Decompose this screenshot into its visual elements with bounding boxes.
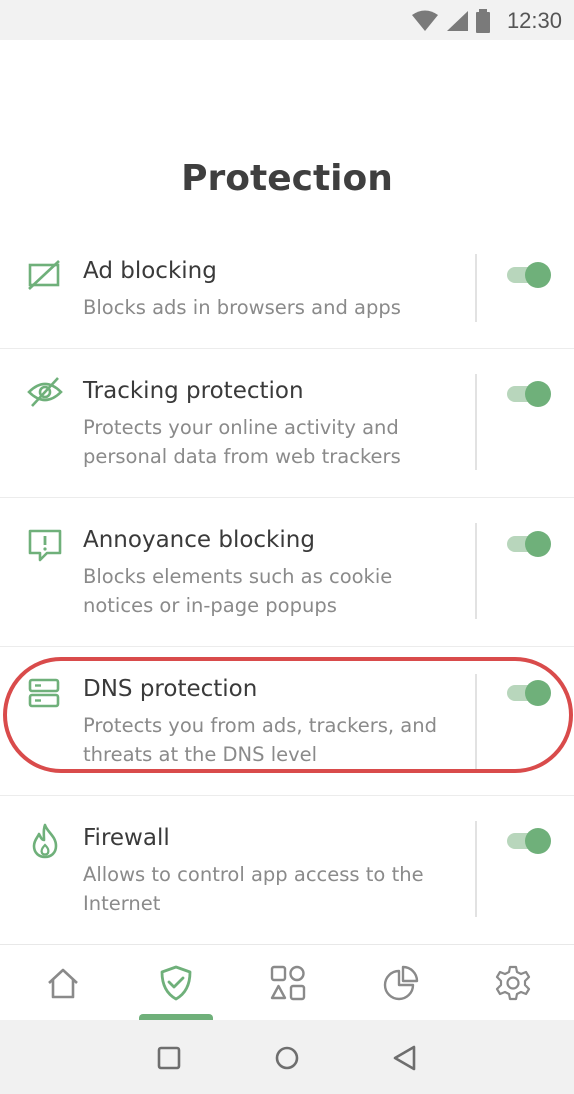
back-triangle-icon[interactable]	[391, 1044, 419, 1072]
dns-protection-highlight	[3, 657, 573, 773]
flame-icon	[32, 823, 58, 859]
home-icon[interactable]	[43, 963, 83, 1003]
item-description: Allows to control app access to the Inte…	[83, 863, 424, 915]
item-title: Firewall	[83, 825, 170, 851]
protection-list: Ad blocking Blocks ads in browsers and a…	[0, 230, 574, 945]
divider	[475, 821, 477, 917]
toggle-knob	[525, 531, 551, 557]
divider	[475, 374, 477, 470]
list-item-annoyance-blocking[interactable]: Annoyance blocking Blocks elements such …	[0, 498, 574, 647]
settings-icon[interactable]	[493, 963, 533, 1003]
bottom-navigation	[0, 944, 574, 1021]
shield-check-icon[interactable]	[156, 963, 196, 1003]
system-navigation-bar	[0, 1020, 574, 1094]
item-title: Ad blocking	[83, 258, 217, 284]
recents-square-icon[interactable]	[155, 1044, 183, 1072]
divider	[475, 254, 477, 322]
status-bar: 12:30	[0, 0, 574, 40]
status-icons: 12:30	[411, 8, 562, 34]
list-item-ad-blocking[interactable]: Ad blocking Blocks ads in browsers and a…	[0, 230, 574, 349]
list-item-tracking-protection[interactable]: Tracking protection Protects your online…	[0, 349, 574, 498]
toggle-knob	[525, 828, 551, 854]
exclamation-bubble-icon	[28, 529, 62, 562]
signal-icon	[446, 11, 468, 31]
status-time: 12:30	[506, 8, 562, 33]
toggle-knob	[525, 381, 551, 407]
divider	[475, 523, 477, 619]
item-description: Protects your online activity and person…	[83, 416, 401, 468]
battery-icon	[475, 9, 490, 33]
stats-icon[interactable]	[381, 963, 421, 1003]
item-title: Annoyance blocking	[83, 527, 315, 553]
ad-blocking-toggle[interactable]	[507, 262, 551, 288]
toggle-knob	[525, 262, 551, 288]
eye-crossed-icon	[27, 377, 63, 407]
ad-blocking-icon	[28, 260, 60, 290]
annoyance-blocking-toggle[interactable]	[507, 531, 551, 557]
tracking-protection-toggle[interactable]	[507, 381, 551, 407]
apps-icon[interactable]	[268, 963, 308, 1003]
firewall-toggle[interactable]	[507, 828, 551, 854]
page-title: Protection	[181, 158, 393, 199]
home-circle-icon[interactable]	[273, 1044, 301, 1072]
item-description: Blocks ads in browsers and apps	[83, 296, 401, 319]
item-title: Tracking protection	[83, 378, 304, 404]
list-item-firewall[interactable]: Firewall Allows to control app access to…	[0, 796, 574, 945]
item-description: Blocks elements such as cookie notices o…	[83, 565, 393, 617]
wifi-icon	[411, 10, 438, 31]
